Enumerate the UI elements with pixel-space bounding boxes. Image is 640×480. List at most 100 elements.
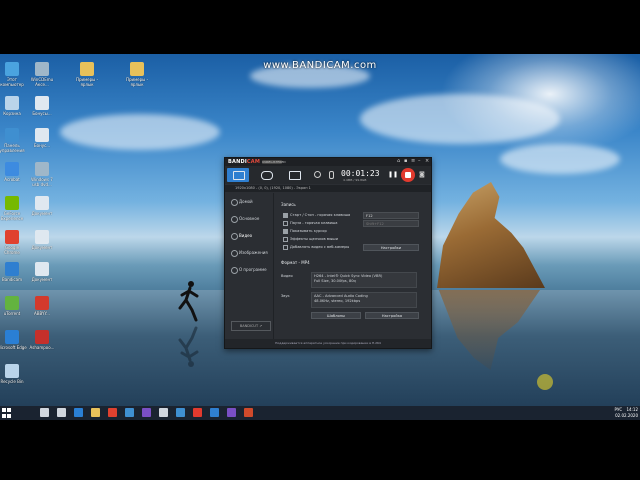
desktop-icon-label: WinCDEmu Аксе...	[30, 77, 54, 87]
hotkey-input[interactable]: F12	[363, 212, 419, 219]
screen: www.BANDICAM.com Этот компьютер WinCDEmu …	[0, 0, 640, 480]
start-stop-hotkey-checkbox[interactable]: Старт / Стоп - горячая клавиша	[283, 212, 350, 218]
desktop-icon[interactable]: Этот компьютер	[0, 62, 27, 87]
edge-icon[interactable]	[74, 408, 83, 417]
desktop-icon[interactable]: WinCDEmu Аксе...	[27, 62, 57, 87]
format-settings-button[interactable]: Настройка	[365, 312, 419, 319]
presentation-icon[interactable]	[244, 408, 253, 417]
game-mode-button[interactable]	[255, 168, 277, 182]
computer-icon	[5, 62, 19, 76]
sidebar-item-images[interactable]: Изображения	[228, 248, 272, 257]
document-icon	[35, 262, 49, 276]
pause-icon[interactable]: ❚❚	[388, 171, 398, 178]
vs-code-icon[interactable]	[210, 408, 219, 417]
desktop-icon-label: Примеры - ярлык	[125, 77, 149, 87]
sidebar-item-general[interactable]: Основное	[228, 214, 272, 223]
screen-mode-button[interactable]	[227, 168, 249, 182]
chrome-icon[interactable]	[108, 408, 117, 417]
desktop-icon[interactable]: Примеры - ярлык	[122, 62, 152, 87]
lock-icon[interactable]: ▪	[404, 159, 408, 164]
desktop-icon[interactable]: Документ	[27, 230, 57, 250]
gear-icon	[231, 216, 238, 223]
start-button[interactable]	[2, 408, 12, 418]
desktop-icon-label: Документ	[31, 211, 53, 216]
cloud	[60, 114, 220, 150]
stop-record-button[interactable]	[401, 168, 415, 182]
templates-button[interactable]: Шаблоны	[311, 312, 361, 319]
video-settings-panel: Запись Старт / Стоп - горячая клавиша Па…	[277, 198, 427, 338]
search-icon[interactable]	[40, 408, 49, 417]
video-icon	[231, 233, 238, 240]
unregistered-badge[interactable]: UNREGISTERED	[262, 159, 286, 164]
desktop-icon[interactable]: Microsoft Edge	[0, 330, 27, 350]
desktop-icon[interactable]: Примеры - ярлык	[72, 62, 102, 87]
desktop-icon[interactable]: Google Chrome	[0, 230, 27, 255]
clock-date[interactable]: 02.02.2020	[615, 413, 638, 418]
control-panel-icon	[5, 128, 19, 142]
desktop-icon[interactable]: uTorrent	[0, 296, 27, 316]
format-section-title: Формат - MP4	[281, 260, 310, 265]
media-icon[interactable]	[176, 408, 185, 417]
desktop-icon[interactable]: Windows 7 usb dvd...	[27, 162, 57, 187]
audio-format-box[interactable]: AAC - Advanced Audio Coding 48.0KHz, ste…	[311, 292, 417, 308]
home-icon[interactable]: ⌂	[397, 159, 401, 164]
desktop-icon[interactable]: Документ	[27, 196, 57, 216]
desktop-icon[interactable]: Корзина	[0, 96, 27, 116]
desktop-icon[interactable]: ABBYY...	[27, 296, 57, 316]
explorer-icon[interactable]	[91, 408, 100, 417]
bandicam-icon[interactable]	[193, 408, 202, 417]
bandicam-logo: BANDICAM	[228, 159, 261, 165]
title-bar[interactable]: BANDICAM UNREGISTERED ⌂ ▪ ≡ – ×	[225, 158, 431, 166]
document-icon	[35, 128, 49, 142]
desktop-icon[interactable]: Acrobat	[0, 162, 27, 182]
mic-toggle[interactable]	[325, 168, 337, 182]
menu-icon[interactable]: ≡	[411, 159, 415, 164]
desktop-icon[interactable]: Bandicam	[0, 262, 27, 282]
desktop-icon[interactable]: GeForce Experience	[0, 196, 27, 221]
info-icon	[231, 267, 238, 274]
desktop-icon[interactable]: Документ	[27, 262, 57, 282]
sidebar-item-video[interactable]: Видео	[228, 231, 272, 240]
mouse-click-effects-checkbox[interactable]: Эффекты щелчков мыши	[283, 236, 338, 242]
close-icon[interactable]: ×	[425, 159, 429, 164]
task-view-icon[interactable]	[57, 408, 66, 417]
desktop-icon[interactable]: Recycle Bin	[0, 364, 27, 384]
monitor-icon	[233, 171, 245, 180]
webcam-toggle[interactable]	[311, 168, 323, 182]
sidebar-item-home[interactable]: Домой	[228, 197, 272, 206]
pause-hotkey-checkbox[interactable]: Пауза - горячая клавиша	[283, 220, 338, 226]
visual-studio-icon[interactable]	[142, 408, 151, 417]
desktop-icon[interactable]: Бонус...	[27, 128, 57, 148]
image-icon	[231, 250, 238, 257]
webcam-settings-button[interactable]: Настройки	[363, 244, 419, 251]
letterbox-bottom	[0, 420, 640, 480]
store-icon[interactable]	[125, 408, 134, 417]
bandicam-window[interactable]: BANDICAM UNREGISTERED ⌂ ▪ ≡ – × 00:01:23…	[224, 157, 432, 349]
record-section-title: Запись	[281, 202, 296, 207]
bandicut-button[interactable]: BANDICUT ↗	[231, 321, 271, 331]
device-mode-button[interactable]	[283, 168, 305, 182]
desktop-icon-label: Примеры - ярлык	[75, 77, 99, 87]
taskbar: РУС 14:12 02.02.2020	[0, 406, 640, 420]
video-format-box[interactable]: H264 - Intel® Quick Sync Video (VBR) Ful…	[311, 272, 417, 288]
screenshot-icon[interactable]: ◙	[419, 171, 425, 178]
desktop-icon[interactable]: Ashampoo...	[27, 330, 57, 350]
show-cursor-checkbox[interactable]: Показывать курсор	[283, 228, 327, 234]
system-tray[interactable]: РУС 14:12 02.02.2020	[615, 407, 638, 419]
clock-time[interactable]: 14:12	[626, 407, 638, 412]
desktop-icon-label: Бонус...	[33, 143, 51, 148]
desktop-icon[interactable]: Бонусы...	[27, 96, 57, 116]
stop-icon	[405, 172, 411, 178]
calculator-icon[interactable]	[159, 408, 168, 417]
runner-silhouette	[178, 281, 199, 322]
pause-hotkey-input[interactable]: Shift+F12	[363, 220, 419, 227]
webcam-overlay-checkbox[interactable]: Добавлять видео с веб-камеры	[283, 244, 349, 250]
usb-icon	[35, 162, 49, 176]
desktop-icon-label: Документ	[31, 245, 53, 250]
sidebar-item-about[interactable]: О программе	[228, 265, 272, 274]
language-indicator[interactable]: РУС	[615, 407, 623, 412]
desktop-icon[interactable]: Панель управления	[0, 128, 27, 153]
app-icon[interactable]	[227, 408, 236, 417]
gamepad-icon	[261, 171, 273, 180]
minimize-icon[interactable]: –	[418, 159, 422, 164]
